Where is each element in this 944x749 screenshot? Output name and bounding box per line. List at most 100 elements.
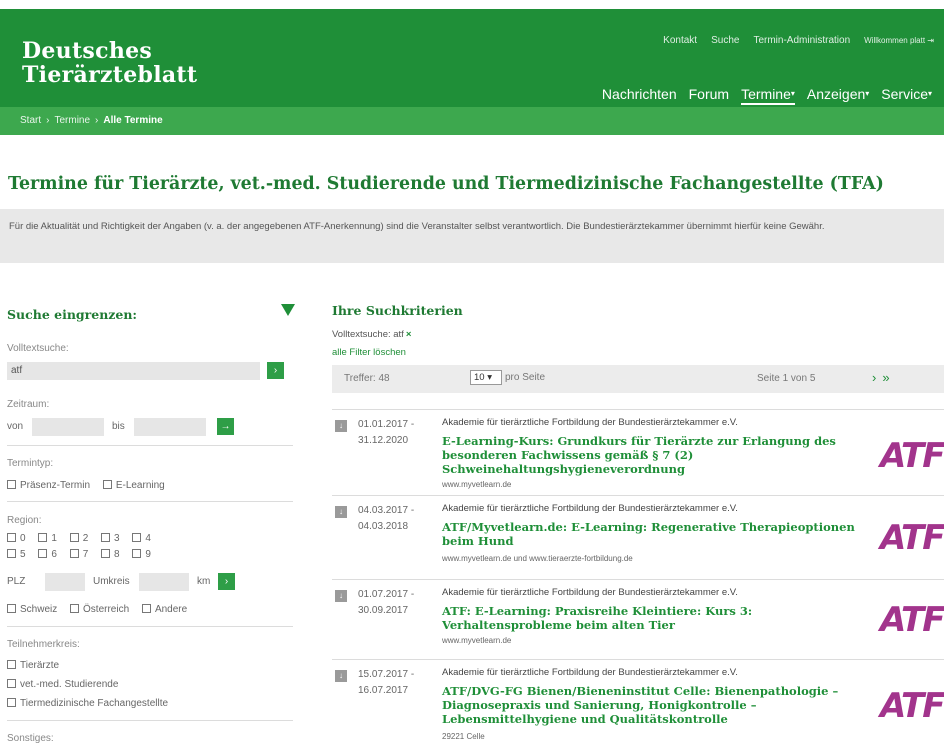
checkbox-elearning[interactable]: E-Learning bbox=[102, 480, 165, 491]
checkbox-tfa[interactable]: Tiermedizinische Fachangestellte bbox=[7, 698, 168, 709]
region-checkbox-4[interactable]: 4 bbox=[132, 533, 151, 544]
util-link-welcome[interactable]: Willkommen platt ⇥ bbox=[864, 35, 934, 46]
plz-label: PLZ bbox=[7, 576, 26, 587]
next-page-icon[interactable]: › bbox=[872, 370, 882, 385]
checkbox-label: 6 bbox=[51, 549, 57, 560]
checkbox-oesterreich[interactable]: Österreich bbox=[70, 604, 129, 615]
event-url[interactable]: www.myvetlearn.de und www.tieraerzte-for… bbox=[442, 554, 633, 563]
filter-icon[interactable] bbox=[281, 304, 295, 316]
checkbox-praesenz[interactable]: Präsenz-Termin bbox=[7, 480, 90, 491]
checkbox-label: 7 bbox=[82, 549, 89, 560]
caret-down-icon: ▾ bbox=[927, 89, 932, 98]
event-location: 29221 Celle bbox=[442, 732, 485, 741]
date-from-input[interactable] bbox=[32, 418, 104, 436]
atf-logo: ATF bbox=[880, 436, 944, 476]
event-row[interactable]: ↓ 01.01.2017 - 31.12.2020 Akademie für ti… bbox=[332, 409, 944, 495]
chevron-down-icon: ▾ bbox=[487, 372, 492, 383]
plz-input[interactable] bbox=[45, 573, 85, 591]
event-date-to: 31.12.2020 bbox=[358, 435, 409, 446]
region-checkbox-3[interactable]: 3 bbox=[101, 533, 120, 544]
divider bbox=[7, 445, 293, 446]
nav-item-forum[interactable]: Forum bbox=[689, 86, 729, 105]
region-row-1: 0 1 2 3 4 bbox=[7, 533, 161, 544]
region-checkbox-8[interactable]: 8 bbox=[101, 549, 120, 560]
event-row[interactable]: ↓ 01.07.2017 - 30.09.2017 Akademie für ti… bbox=[332, 579, 944, 659]
nav-item-termine[interactable]: Termine▾ bbox=[741, 86, 795, 105]
date-to-input[interactable] bbox=[134, 418, 206, 436]
util-link-contact[interactable]: Kontakt bbox=[663, 35, 697, 46]
checkbox-label: E-Learning bbox=[115, 480, 165, 491]
breadcrumb-termine[interactable]: Termine bbox=[54, 115, 90, 126]
event-title-link[interactable]: E-Learning-Kurs: Grundkurs für Tierärzte… bbox=[442, 434, 862, 476]
event-row[interactable]: ↓ 15.07.2017 - 16.07.2017 Akademie für ti… bbox=[332, 659, 944, 749]
divider bbox=[7, 626, 293, 627]
checkbox-box bbox=[69, 549, 79, 558]
pagination-bar: Treffer: 48 10 ▾ pro Seite Seite 1 von 5 … bbox=[332, 365, 944, 393]
event-dates: 15.07.2017 - 16.07.2017 bbox=[358, 667, 414, 699]
event-organizer: Akademie für tierärztliche Fortbildung d… bbox=[442, 503, 738, 514]
event-title-link[interactable]: ATF: E-Learning: Praxisreihe Kleintiere:… bbox=[442, 604, 862, 632]
nav-label: Termine bbox=[741, 86, 791, 102]
download-icon[interactable]: ↓ bbox=[335, 670, 347, 682]
checkbox-andere[interactable]: Andere bbox=[141, 604, 187, 615]
per-page-select[interactable]: 10 ▾ bbox=[470, 370, 502, 385]
checkbox-box bbox=[132, 549, 142, 558]
util-link-search[interactable]: Suche bbox=[711, 35, 739, 46]
breadcrumb-start[interactable]: Start bbox=[20, 115, 41, 126]
event-dates: 01.07.2017 - 30.09.2017 bbox=[358, 587, 414, 619]
event-date-to: 04.03.2018 bbox=[358, 521, 409, 532]
checkbox-box bbox=[38, 533, 48, 542]
event-date-from: 04.03.2017 - bbox=[358, 505, 415, 516]
checkbox-studierende[interactable]: vet.-med. Studierende bbox=[7, 679, 118, 690]
site-logo[interactable]: Deutsches Tierärzteblatt bbox=[22, 39, 197, 87]
checkbox-schweiz[interactable]: Schweiz bbox=[7, 604, 57, 615]
per-page-label: pro Seite bbox=[505, 372, 546, 383]
region-checkbox-6[interactable]: 6 bbox=[38, 549, 57, 560]
nav-item-anzeigen[interactable]: Anzeigen▾ bbox=[807, 86, 869, 105]
checkbox-box bbox=[102, 480, 112, 489]
nav-item-nachrichten[interactable]: Nachrichten bbox=[602, 86, 677, 105]
atf-logo: ATF bbox=[880, 600, 944, 640]
region-checkbox-1[interactable]: 1 bbox=[38, 533, 57, 544]
remove-criteria-icon[interactable]: × bbox=[406, 329, 412, 340]
event-url[interactable]: www.myvetlearn.de bbox=[442, 480, 511, 489]
region-checkbox-5[interactable]: 5 bbox=[7, 549, 26, 560]
nav-item-service[interactable]: Service▾ bbox=[881, 86, 932, 105]
download-icon[interactable]: ↓ bbox=[335, 590, 347, 602]
checkbox-label: 1 bbox=[51, 533, 57, 544]
event-title-link[interactable]: ATF/Myvetlearn.de: E-Learning: Regenerat… bbox=[442, 520, 862, 548]
event-title-link[interactable]: ATF/DVG-FG Bienen/Bieneninstitut Celle: … bbox=[442, 684, 862, 726]
region-checkbox-2[interactable]: 2 bbox=[69, 533, 88, 544]
event-url[interactable]: www.myvetlearn.de bbox=[442, 636, 511, 645]
fulltext-search-input[interactable]: atf bbox=[7, 362, 260, 380]
last-page-icon[interactable]: » bbox=[882, 370, 895, 385]
download-icon[interactable]: ↓ bbox=[335, 420, 347, 432]
breadcrumb-current: Alle Termine bbox=[103, 115, 163, 126]
checkbox-box bbox=[101, 549, 111, 558]
checkbox-box bbox=[7, 698, 16, 707]
period-go-button[interactable]: → bbox=[217, 418, 234, 435]
checkbox-box bbox=[70, 604, 80, 613]
download-icon[interactable]: ↓ bbox=[335, 506, 347, 518]
checkbox-tieraerzte[interactable]: Tierärzte bbox=[7, 660, 59, 671]
checkbox-box bbox=[7, 480, 16, 489]
region-go-button[interactable]: › bbox=[218, 573, 235, 590]
event-dates: 01.01.2017 - 31.12.2020 bbox=[358, 417, 414, 449]
radius-input[interactable] bbox=[139, 573, 189, 591]
logout-icon[interactable]: ⇥ bbox=[927, 36, 934, 45]
region-checkbox-0[interactable]: 0 bbox=[7, 533, 26, 544]
hit-count: Treffer: 48 bbox=[344, 373, 390, 384]
disclaimer-notice: Für die Aktualität und Richtigkeit der A… bbox=[0, 209, 944, 263]
fulltext-go-button[interactable]: › bbox=[267, 362, 284, 379]
atf-logo: ATF bbox=[880, 686, 944, 726]
reset-filters-link[interactable]: alle Filter löschen bbox=[332, 347, 406, 358]
breadcrumb-separator: › bbox=[46, 115, 50, 126]
util-link-admin[interactable]: Termin-Administration bbox=[753, 35, 850, 46]
caret-down-icon: ▾ bbox=[790, 89, 795, 98]
checkbox-label: vet.-med. Studierende bbox=[20, 679, 119, 690]
welcome-label: Willkommen platt bbox=[864, 36, 926, 45]
region-checkbox-7[interactable]: 7 bbox=[69, 549, 89, 560]
region-checkbox-9[interactable]: 9 bbox=[132, 549, 151, 560]
event-row[interactable]: ↓ 04.03.2017 - 04.03.2018 Akademie für ti… bbox=[332, 495, 944, 579]
period-label: Zeitraum: bbox=[7, 399, 50, 410]
